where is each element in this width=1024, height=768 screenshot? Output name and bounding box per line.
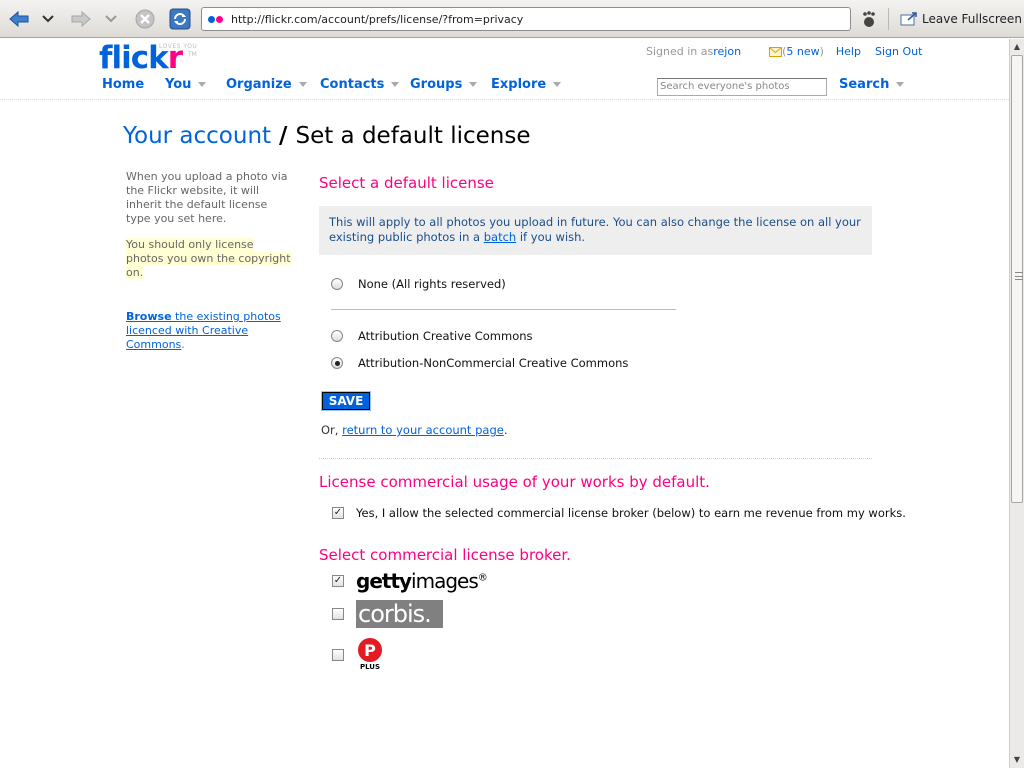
search-input[interactable]: Search everyone's photos: [657, 78, 827, 96]
nav-you[interactable]: You: [165, 77, 207, 92]
license-option-none[interactable]: None (All rights reserved): [331, 277, 506, 291]
nav-explore-chevron-down-icon[interactable]: [553, 82, 562, 87]
info-text-end: if you wish.: [516, 230, 586, 244]
license-divider: [331, 309, 676, 310]
corbis-checkbox[interactable]: [332, 608, 344, 620]
favicon-icon: [208, 15, 223, 23]
license-option-by[interactable]: Attribution Creative Commons: [331, 329, 533, 343]
page-content: flickr LOVES YOU TM Signed in as rejon (…: [0, 39, 1009, 768]
browse-cc-link[interactable]: Browse the existing photos licenced with…: [126, 310, 291, 352]
save-button[interactable]: SAVE: [321, 391, 371, 411]
getty-checkbox[interactable]: ✓: [332, 575, 344, 587]
mail-link[interactable]: ( 5 new ): [769, 45, 824, 58]
broker-corbis[interactable]: corbis.: [332, 600, 443, 628]
radio-none[interactable]: [331, 278, 343, 290]
forward-dropdown-icon[interactable]: [101, 7, 121, 31]
browse-bold[interactable]: Browse: [126, 310, 172, 323]
info-text: This will apply to all photos you upload…: [329, 215, 861, 244]
batch-link[interactable]: batch: [484, 230, 516, 244]
select-license-heading: Select a default license: [319, 174, 494, 192]
url-bar[interactable]: http://flickr.com/account/prefs/license/…: [201, 7, 851, 31]
info-box: This will apply to all photos you upload…: [319, 206, 872, 255]
mail-count[interactable]: 5 new: [786, 45, 819, 58]
license-label-none: None (All rights reserved): [358, 277, 506, 291]
main-nav: Home You Organize Contacts Groups Explor…: [0, 77, 1009, 99]
nav-groups[interactable]: Groups: [410, 77, 478, 92]
plus-logo-text: PLUS: [359, 663, 381, 671]
broker-getty[interactable]: ✓ gettyimages®: [332, 569, 488, 593]
browser-toolbar: http://flickr.com/account/prefs/license/…: [0, 0, 1024, 38]
broker-heading: Select commercial license broker.: [319, 546, 571, 564]
sign-out-link[interactable]: Sign Out: [875, 45, 922, 58]
logo-tagline: LOVES YOU: [159, 43, 198, 50]
your-account-link[interactable]: Your account: [123, 123, 271, 149]
leave-fullscreen-icon: [900, 12, 917, 26]
getty-images-logo: gettyimages®: [356, 569, 488, 593]
return-line: Or, return to your account page.: [321, 423, 507, 437]
nav-contacts[interactable]: Contacts: [320, 77, 400, 92]
nav-organize-chevron-down-icon[interactable]: [298, 82, 307, 87]
header-divider: [0, 99, 1009, 100]
vertical-scrollbar[interactable]: ▲ ▼: [1009, 39, 1024, 768]
copyright-warning: You should only license photos you own t…: [126, 238, 291, 279]
broker-plus[interactable]: P PLUS: [332, 638, 384, 671]
commercial-option[interactable]: ✓ Yes, I allow the selected commercial l…: [332, 506, 906, 520]
plus-checkbox[interactable]: [332, 648, 344, 661]
page-title: Your account / Set a default license: [123, 123, 530, 149]
title-separator: /: [271, 123, 296, 149]
username-link[interactable]: rejon: [713, 45, 741, 58]
license-label-by-nc: Attribution-NonCommercial Creative Commo…: [358, 356, 629, 370]
commercial-heading: License commercial usage of your works b…: [319, 473, 710, 491]
logo-tm: TM: [188, 51, 197, 58]
account-links: Signed in as rejon ( 5 new ) Help Sign O…: [646, 45, 922, 58]
commercial-label: Yes, I allow the selected commercial lic…: [356, 506, 906, 520]
scrollbar-thumb[interactable]: [1011, 55, 1023, 503]
mail-icon: [769, 46, 783, 57]
nav-groups-chevron-down-icon[interactable]: [469, 82, 478, 87]
help-link[interactable]: Help: [836, 45, 861, 58]
reload-icon[interactable]: [167, 7, 193, 31]
plus-logo-icon: P: [358, 638, 382, 662]
stop-icon[interactable]: [132, 7, 158, 31]
section-divider: [319, 458, 872, 459]
nav-contacts-chevron-down-icon[interactable]: [391, 82, 400, 87]
back-icon[interactable]: [6, 7, 32, 31]
return-account-link[interactable]: return to your account page: [342, 423, 504, 437]
return-suffix: .: [503, 423, 508, 437]
radio-by-nc[interactable]: [331, 357, 343, 369]
forward-icon[interactable]: [68, 7, 94, 31]
corbis-logo: corbis.: [356, 600, 443, 628]
return-prefix: Or,: [321, 423, 343, 437]
mail-close-paren: ): [819, 45, 824, 58]
radio-by[interactable]: [331, 330, 343, 342]
commercial-checkbox[interactable]: ✓: [332, 507, 344, 519]
gnome-foot-icon[interactable]: [857, 7, 881, 31]
nav-you-chevron-down-icon[interactable]: [198, 82, 207, 87]
history-dropdown-icon[interactable]: [38, 7, 58, 31]
signed-in-label: Signed in as: [646, 45, 714, 58]
search-chevron-down-icon[interactable]: [896, 82, 905, 87]
sidebar-intro: When you upload a photo via the Flickr w…: [126, 170, 288, 225]
url-text[interactable]: http://flickr.com/account/prefs/license/…: [231, 13, 523, 26]
scroll-down-icon[interactable]: ▼: [1012, 755, 1022, 765]
page-title-current: Set a default license: [295, 123, 531, 149]
search-button[interactable]: Search: [839, 77, 905, 92]
leave-fullscreen-label: Leave Fullscreen: [922, 12, 1022, 26]
scrollbar-grip-icon: [1015, 272, 1023, 280]
nav-home[interactable]: Home: [102, 77, 144, 92]
browse-end: .: [181, 338, 185, 351]
license-label-by: Attribution Creative Commons: [358, 329, 533, 343]
leave-fullscreen-button[interactable]: Leave Fullscreen: [900, 8, 1022, 30]
plus-logo: P PLUS: [356, 638, 384, 671]
sidebar: When you upload a photo via the Flickr w…: [126, 170, 291, 352]
license-option-by-nc[interactable]: Attribution-NonCommercial Creative Commo…: [331, 356, 628, 370]
nav-organize[interactable]: Organize: [226, 77, 307, 92]
scroll-up-icon[interactable]: ▲: [1012, 42, 1022, 52]
nav-explore[interactable]: Explore: [491, 77, 562, 92]
